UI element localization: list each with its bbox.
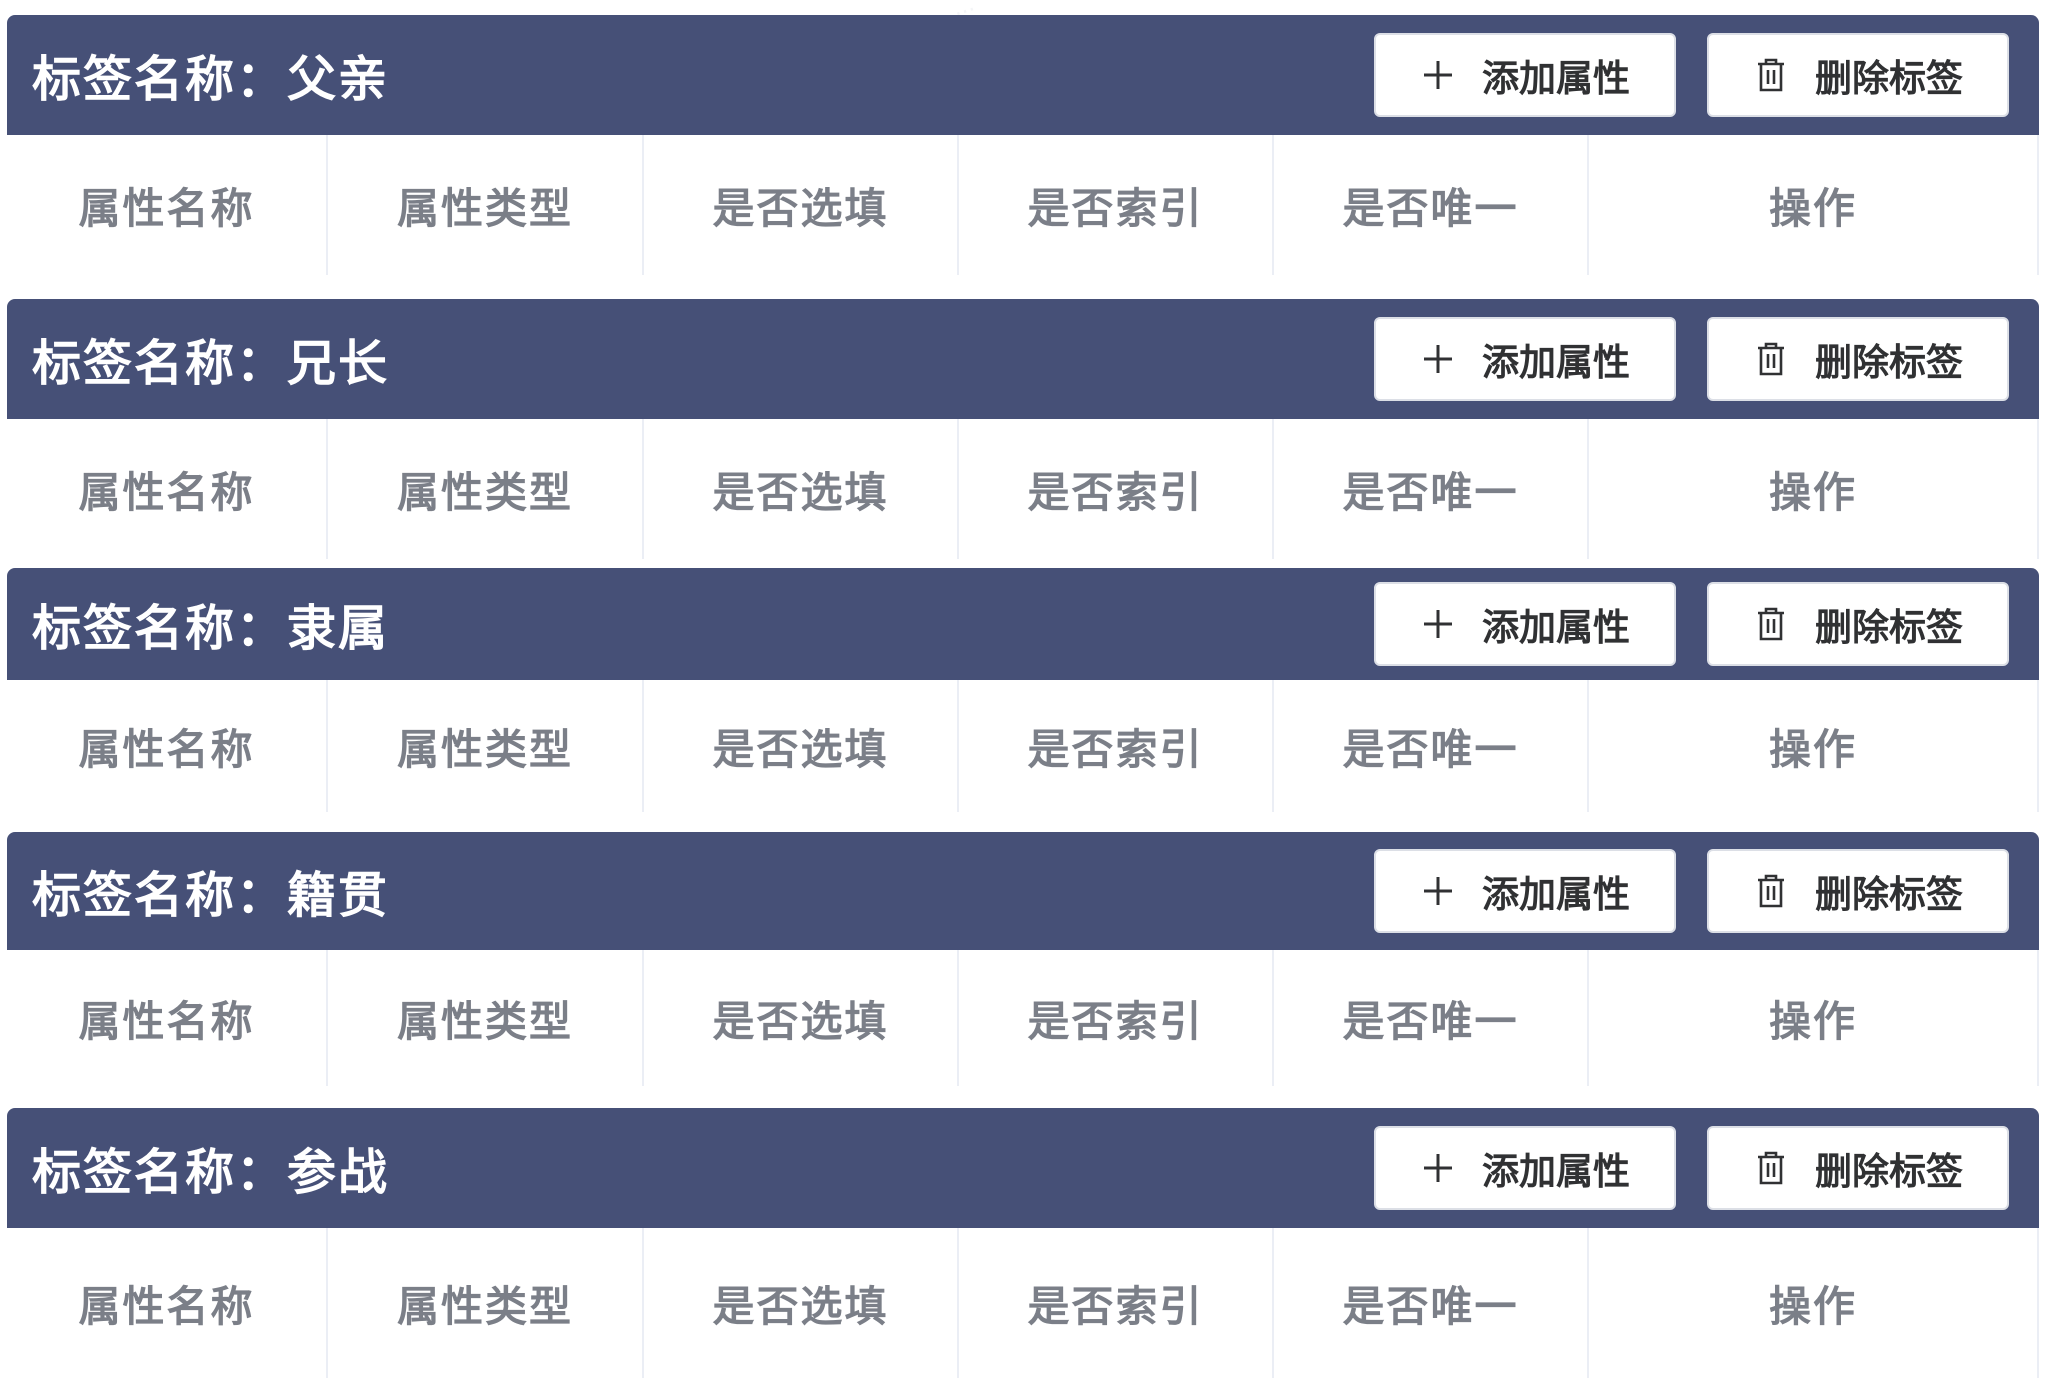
add-attribute-label: 添加属性 [1482,606,1630,649]
delete-label-button[interactable]: 删除标签 [1707,849,2009,933]
delete-label-button[interactable]: 删除标签 [1707,33,2009,117]
column-header-unique: 是否唯一 [1272,419,1587,559]
label-actions: 添加属性 删除标签 [1374,317,2009,401]
add-attribute-button[interactable]: 添加属性 [1374,582,1676,666]
label-panel-header: 标签名称：兄长 添加属性 删除标签 [7,299,2039,419]
column-header-attribute-name: 属性名称 [78,183,255,233]
column-header-indexed: 是否索引 [957,419,1272,559]
label-title: 标签名称：父亲 [32,50,390,108]
trash-icon [1753,1150,1789,1186]
column-header-actions: 操作 [1587,419,2039,559]
column-header-attribute-type: 属性类型 [326,419,642,559]
column-header-optional: 是否选填 [642,950,957,1086]
column-header-attribute-type: 属性类型 [326,680,642,812]
column-header-unique: 是否唯一 [1272,135,1587,275]
column-header-optional: 是否选填 [642,135,957,275]
column-header-attribute-name: 属性名称 [78,1281,255,1331]
delete-label-label: 删除标签 [1815,57,1963,100]
column-header-attribute-name: 属性名称 [78,467,255,517]
delete-label-button[interactable]: 删除标签 [1707,582,2009,666]
label-panel: 标签名称：兄长 添加属性 删除标签 属性名称 属性类型 是否选填 是否索引 是否… [7,299,2039,559]
delete-label-label: 删除标签 [1815,873,1963,916]
label-panel: 标签名称：参战 添加属性 删除标签 属性名称 属性类型 是否选填 是否索引 是否… [7,1108,2039,1378]
plus-icon [1420,606,1456,642]
label-actions: 添加属性 删除标签 [1374,1126,2009,1210]
add-attribute-label: 添加属性 [1482,57,1630,100]
plus-icon [1420,341,1456,377]
attribute-table-header: 属性名称 属性类型 是否选填 是否索引 是否唯一 操作 [7,950,2039,1086]
attribute-table-header: 属性名称 属性类型 是否选填 是否索引 是否唯一 操作 [7,680,2039,812]
delete-label-button[interactable]: 删除标签 [1707,1126,2009,1210]
label-title: 标签名称：参战 [32,1143,390,1201]
column-header-unique: 是否唯一 [1272,680,1587,812]
column-header-actions: 操作 [1587,135,2039,275]
add-attribute-button[interactable]: 添加属性 [1374,317,1676,401]
label-title: 标签名称：兄长 [32,334,390,392]
column-header-attribute-type: 属性类型 [326,1228,642,1378]
add-attribute-button[interactable]: 添加属性 [1374,33,1676,117]
delete-label-button[interactable]: 删除标签 [1707,317,2009,401]
column-header-indexed: 是否索引 [957,950,1272,1086]
attribute-table-header: 属性名称 属性类型 是否选填 是否索引 是否唯一 操作 [7,135,2039,275]
label-actions: 添加属性 删除标签 [1374,33,2009,117]
trash-icon [1753,57,1789,93]
column-header-attribute-name: 属性名称 [78,996,255,1046]
column-header-actions: 操作 [1587,1228,2039,1378]
column-header-attribute-type: 属性类型 [326,950,642,1086]
column-header-optional: 是否选填 [642,1228,957,1378]
label-panel-header: 标签名称：籍贯 添加属性 删除标签 [7,832,2039,950]
trash-icon [1753,873,1789,909]
column-header-actions: 操作 [1587,680,2039,812]
column-header-indexed: 是否索引 [957,1228,1272,1378]
attribute-table-header: 属性名称 属性类型 是否选填 是否索引 是否唯一 操作 [7,419,2039,559]
trash-icon [1753,341,1789,377]
label-title: 标签名称：隶属 [32,599,390,657]
column-header-attribute-name: 属性名称 [78,724,255,774]
label-actions: 添加属性 删除标签 [1374,849,2009,933]
add-attribute-label: 添加属性 [1482,873,1630,916]
column-header-unique: 是否唯一 [1272,1228,1587,1378]
delete-label-label: 删除标签 [1815,1150,1963,1193]
plus-icon [1420,1150,1456,1186]
column-header-optional: 是否选填 [642,419,957,559]
column-header-optional: 是否选填 [642,680,957,812]
label-panel-header: 标签名称：隶属 添加属性 删除标签 [7,568,2039,680]
column-header-indexed: 是否索引 [957,680,1272,812]
trash-icon [1753,606,1789,642]
label-title: 标签名称：籍贯 [32,866,390,924]
label-actions: 添加属性 删除标签 [1374,582,2009,666]
column-header-attribute-type: 属性类型 [326,135,642,275]
delete-label-label: 删除标签 [1815,606,1963,649]
add-attribute-label: 添加属性 [1482,1150,1630,1193]
add-attribute-label: 添加属性 [1482,341,1630,384]
plus-icon [1420,873,1456,909]
label-panel: 标签名称：隶属 添加属性 删除标签 属性名称 属性类型 是否选填 是否索引 是否… [7,568,2039,812]
plus-icon [1420,57,1456,93]
column-header-actions: 操作 [1587,950,2039,1086]
label-panel: 标签名称：父亲 添加属性 删除标签 属性名称 属性类型 是否选填 是否索引 是否… [7,15,2039,275]
column-header-indexed: 是否索引 [957,135,1272,275]
label-panel-header: 标签名称：参战 添加属性 删除标签 [7,1108,2039,1228]
add-attribute-button[interactable]: 添加属性 [1374,1126,1676,1210]
attribute-table-header: 属性名称 属性类型 是否选填 是否索引 是否唯一 操作 [7,1228,2039,1378]
delete-label-label: 删除标签 [1815,341,1963,384]
label-panel-header: 标签名称：父亲 添加属性 删除标签 [7,15,2039,135]
label-panel: 标签名称：籍贯 添加属性 删除标签 属性名称 属性类型 是否选填 是否索引 是否… [7,832,2039,1086]
add-attribute-button[interactable]: 添加属性 [1374,849,1676,933]
column-header-unique: 是否唯一 [1272,950,1587,1086]
